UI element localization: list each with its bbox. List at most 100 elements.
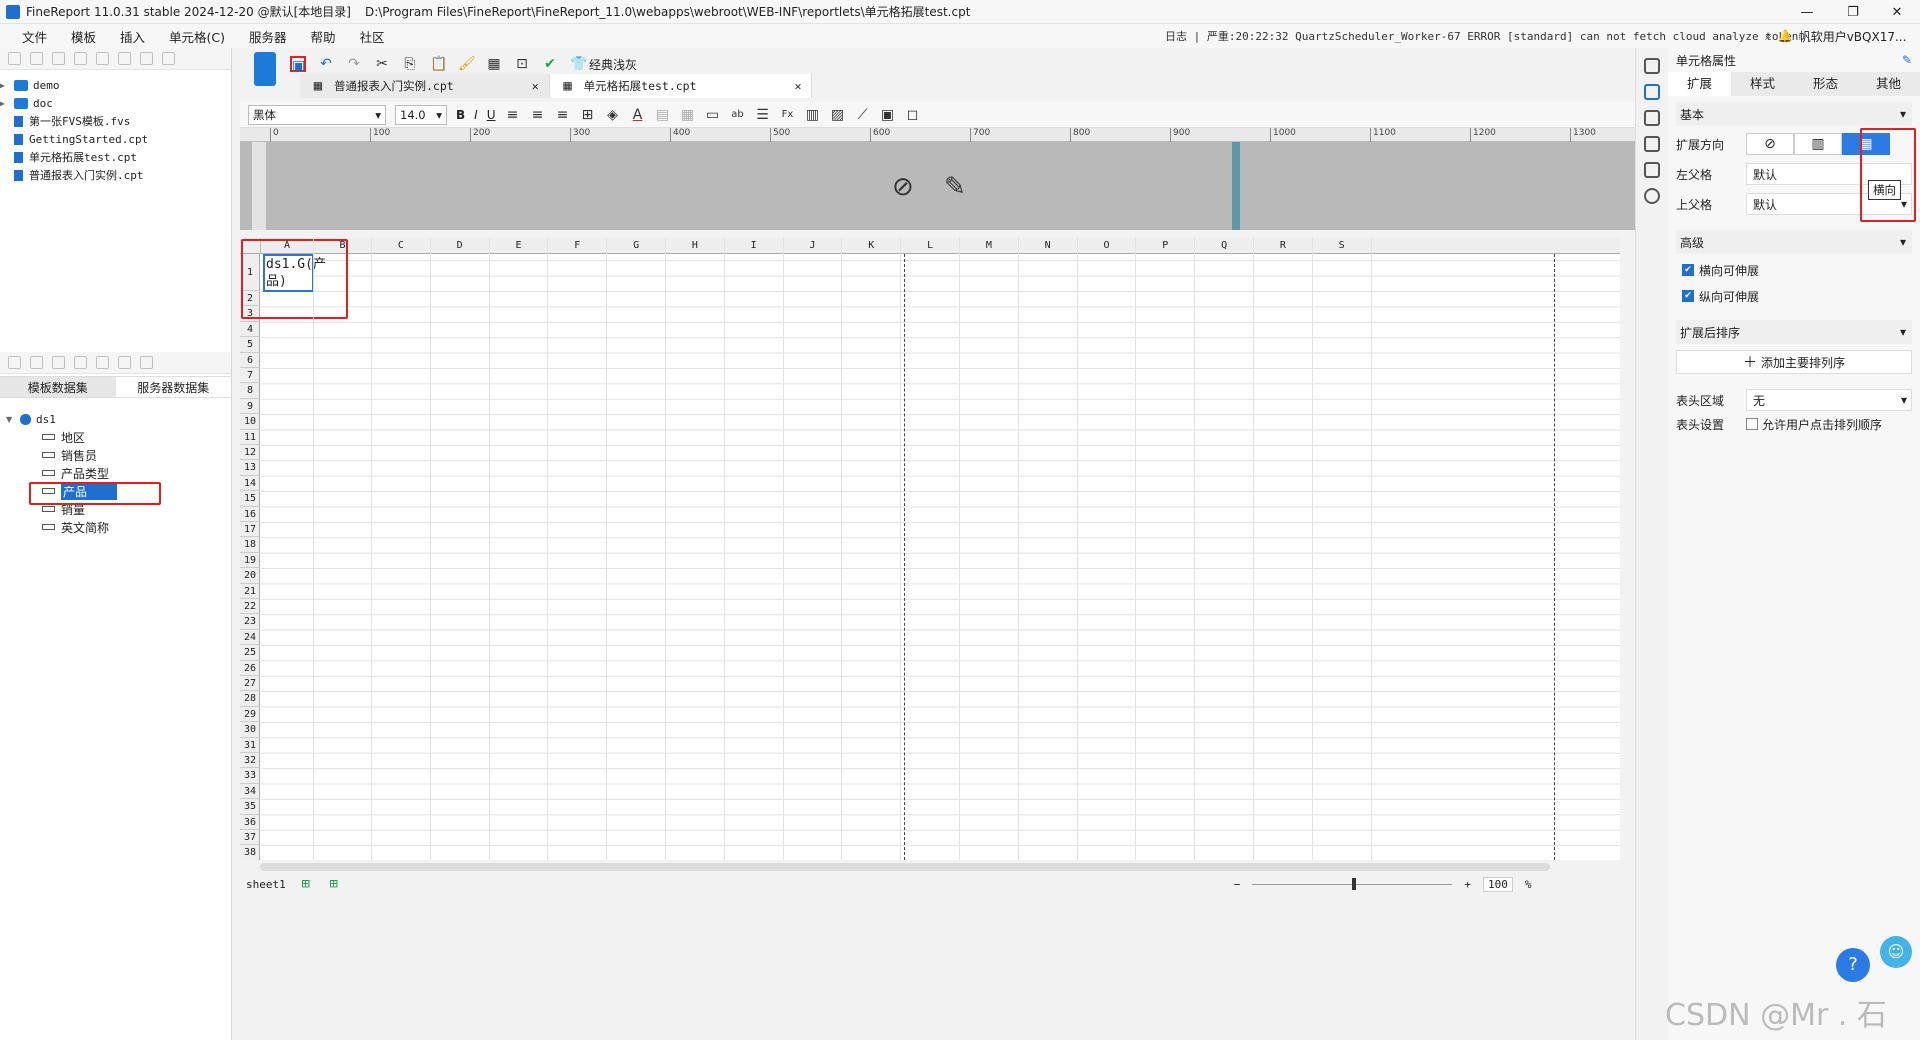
column-header-h[interactable]: H — [666, 238, 725, 254]
tree-folder-doc[interactable]: ▶ doc — [0, 94, 231, 112]
refresh-icon[interactable] — [30, 52, 43, 65]
border-icon[interactable]: ⊞ — [580, 107, 596, 123]
column-item[interactable]: 地区 — [0, 428, 231, 446]
font-color-icon[interactable]: A — [630, 107, 646, 123]
page-boundary-marker[interactable] — [1232, 142, 1240, 230]
row-header-24[interactable]: 24 — [240, 630, 260, 646]
column-header-g[interactable]: G — [607, 238, 666, 254]
user-name[interactable]: 帆软用户vBQX17... — [1799, 28, 1907, 45]
checkbox-checked-icon[interactable]: ✔ — [1682, 264, 1694, 276]
save-icon[interactable]: ▣ — [290, 56, 306, 74]
close-tab-icon[interactable]: ✕ — [795, 79, 802, 93]
element-icon[interactable] — [1644, 136, 1660, 152]
row-header-12[interactable]: 12 — [240, 445, 260, 461]
maximize-button[interactable]: ❐ — [1830, 0, 1876, 24]
tab-expand[interactable]: 扩展 — [1668, 72, 1731, 96]
section-sort[interactable]: 扩展后排序 ▾ — [1676, 320, 1912, 344]
menu-template[interactable]: 模板 — [59, 27, 108, 46]
theme-button[interactable]: 👕 经典浅灰 — [570, 56, 637, 73]
checkbox-checked-icon[interactable]: ✔ — [1682, 290, 1694, 302]
template-params-icon[interactable]: ▦ — [486, 56, 502, 72]
row-header-35[interactable]: 35 — [240, 799, 260, 815]
row-header-19[interactable]: 19 — [240, 553, 260, 569]
row-header-36[interactable]: 36 — [240, 815, 260, 830]
add-sheet-icon[interactable]: ⊞ — [298, 876, 314, 892]
tree-folder-demo[interactable]: ▶ demo — [0, 76, 231, 94]
close-tab-icon[interactable]: ✕ — [532, 79, 539, 93]
database-icon[interactable] — [74, 356, 87, 369]
vertical-expand-button[interactable]: ▥ — [1794, 133, 1842, 155]
edit-pencil-icon[interactable]: ✎ — [944, 172, 966, 202]
clear-icon[interactable]: ◻ — [905, 107, 921, 123]
row-header-20[interactable]: 20 — [240, 568, 260, 584]
menu-server[interactable]: 服务器 — [237, 27, 299, 46]
log-line[interactable]: 日志 | 严重:20:22:32 QuartzScheduler_Worker-… — [1165, 28, 1805, 44]
column-header-s[interactable]: S — [1313, 238, 1372, 254]
paste-icon[interactable]: 📋 — [430, 56, 447, 72]
row-header-9[interactable]: 9 — [240, 399, 260, 415]
row-header-5[interactable]: 5 — [240, 337, 260, 353]
h-expand-checkbox[interactable]: ✔ 横向可伸展 — [1682, 260, 1906, 280]
row-header-23[interactable]: 23 — [240, 614, 260, 630]
cut-icon[interactable]: ✂ — [374, 56, 390, 72]
expand-icon[interactable]: ▶ — [0, 81, 8, 90]
log-label[interactable]: 日志 — [1165, 30, 1187, 43]
font-size-select[interactable]: 14.0 ▾ — [395, 104, 447, 125]
collapse-icon[interactable]: ▼ — [6, 415, 14, 424]
row-header-34[interactable]: 34 — [240, 784, 260, 800]
help-icon[interactable]: ? — [1836, 948, 1870, 982]
menu-file[interactable]: 文件 — [10, 27, 59, 46]
add-dataset-icon[interactable] — [8, 356, 21, 369]
column-item[interactable]: 销售员 — [0, 446, 231, 464]
section-basic[interactable]: 基本 ▾ — [1676, 102, 1912, 126]
rename-icon[interactable] — [74, 52, 87, 65]
bold-button[interactable]: B — [456, 108, 465, 122]
copy-icon[interactable]: ⎘ — [402, 56, 418, 72]
row-header-7[interactable]: 7 — [240, 368, 260, 384]
zoom-slider[interactable] — [1252, 877, 1453, 890]
cell-area[interactable] — [261, 254, 1620, 860]
row-header-38[interactable]: 38 — [240, 845, 260, 860]
align-center-icon[interactable]: ≡ — [530, 107, 546, 123]
preview-icon[interactable]: ⊡ — [514, 56, 530, 72]
row-header-33[interactable]: 33 — [240, 768, 260, 784]
open-icon[interactable] — [52, 52, 65, 65]
zoom-out-icon[interactable]: − — [1234, 878, 1241, 891]
underline-button[interactable]: U — [487, 108, 496, 122]
v-expand-checkbox[interactable]: ✔ 纵向可伸展 — [1682, 286, 1906, 306]
tab-template-datasets[interactable]: 模板数据集 — [0, 377, 116, 397]
row-header-18[interactable]: 18 — [240, 537, 260, 553]
row-header-29[interactable]: 29 — [240, 707, 260, 723]
unmerge-icon[interactable]: ▦ — [680, 107, 696, 123]
insert-string-icon[interactable]: ab — [730, 107, 746, 123]
preview-icon[interactable] — [96, 356, 109, 369]
format-painter-icon[interactable]: 🖌 — [458, 56, 476, 72]
insert-slash-icon[interactable]: ⟋ — [855, 107, 871, 123]
row-header-30[interactable]: 30 — [240, 722, 260, 738]
row-header-32[interactable]: 32 — [240, 753, 260, 769]
menu-community[interactable]: 社区 — [348, 27, 397, 46]
hide-icon[interactable]: ⊘ — [892, 172, 914, 202]
tab-other[interactable]: 其他 — [1857, 72, 1920, 96]
row-header-8[interactable]: 8 — [240, 383, 260, 399]
column-header-f[interactable]: F — [548, 238, 608, 254]
new-folder-icon[interactable] — [8, 52, 21, 65]
chat-icon[interactable]: ☺ — [1880, 936, 1912, 968]
merge-icon[interactable]: ▤ — [655, 107, 671, 123]
row-header-37[interactable]: 37 — [240, 830, 260, 846]
report-block-icon[interactable] — [1644, 162, 1660, 178]
row-header-10[interactable]: 10 — [240, 414, 260, 430]
user-box[interactable]: ⌕ 🔔 帆软用户vBQX17... — [1765, 24, 1906, 48]
undo-icon[interactable]: ↶ — [318, 56, 334, 72]
font-family-select[interactable]: 黑体 ▾ — [248, 104, 386, 125]
column-header-d[interactable]: D — [431, 238, 490, 254]
column-header-o[interactable]: O — [1078, 238, 1137, 254]
zoom-value[interactable]: 100 — [1483, 876, 1513, 892]
align-left-icon[interactable]: ≡ — [505, 107, 521, 123]
server-dataset-icon[interactable] — [140, 356, 153, 369]
row-header-27[interactable]: 27 — [240, 676, 260, 692]
insert-subreport-icon[interactable]: ▣ — [880, 107, 896, 123]
bell-icon[interactable]: 🔔 — [1778, 29, 1793, 43]
delete-dataset-icon[interactable] — [52, 356, 65, 369]
column-header-l[interactable]: L — [901, 238, 960, 254]
